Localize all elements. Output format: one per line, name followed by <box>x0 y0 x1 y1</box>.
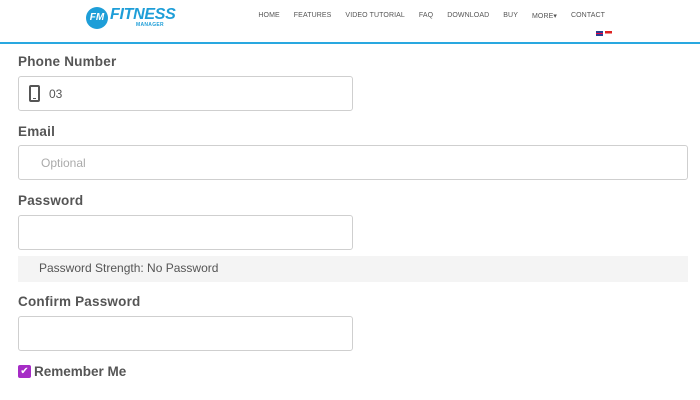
nav-contact[interactable]: CONTACT <box>564 12 612 20</box>
confirm-password-label: Confirm Password <box>18 294 141 309</box>
fitness-manager-logo[interactable]: FM FITNESS MANAGER <box>86 6 176 30</box>
logo-subtitle: MANAGER <box>136 22 164 28</box>
remember-me-row[interactable]: ✔ Remember Me <box>18 364 126 379</box>
phone-icon <box>29 85 40 102</box>
nav-buy[interactable]: BUY <box>496 12 525 20</box>
remember-me-checkbox[interactable]: ✔ <box>18 365 31 378</box>
confirm-password-field[interactable] <box>18 316 353 351</box>
phone-input[interactable] <box>19 77 352 110</box>
email-label: Email <box>18 124 56 139</box>
language-flags <box>596 31 612 36</box>
logo-badge: FM <box>86 7 108 29</box>
password-strength-bar: Password Strength: No Password <box>18 256 688 282</box>
nav-faq[interactable]: FAQ <box>412 12 440 20</box>
nav-video-tutorial[interactable]: VIDEO TUTORIAL <box>338 12 412 20</box>
password-strength-text: Password Strength: No Password <box>39 261 219 275</box>
confirm-password-input[interactable] <box>19 317 352 350</box>
main-nav: HOME FEATURES VIDEO TUTORIAL FAQ DOWNLOA… <box>251 12 612 20</box>
password-input[interactable] <box>19 216 352 249</box>
english-flag-icon[interactable] <box>596 31 603 36</box>
password-field[interactable] <box>18 215 353 250</box>
phone-label: Phone Number <box>18 54 117 69</box>
nav-more-dropdown[interactable]: MORE▾ <box>525 12 564 20</box>
nav-features[interactable]: FEATURES <box>287 12 339 20</box>
top-navbar: FM FITNESS MANAGER HOME FEATURES VIDEO T… <box>0 0 700 44</box>
email-field[interactable] <box>18 145 688 180</box>
remember-me-label: Remember Me <box>34 364 127 379</box>
alt-language-flag-icon[interactable] <box>605 31 612 36</box>
nav-download[interactable]: DOWNLOAD <box>440 12 496 20</box>
password-label: Password <box>18 193 84 208</box>
nav-home[interactable]: HOME <box>251 12 286 20</box>
email-input[interactable] <box>19 146 687 179</box>
phone-field[interactable] <box>18 76 353 111</box>
